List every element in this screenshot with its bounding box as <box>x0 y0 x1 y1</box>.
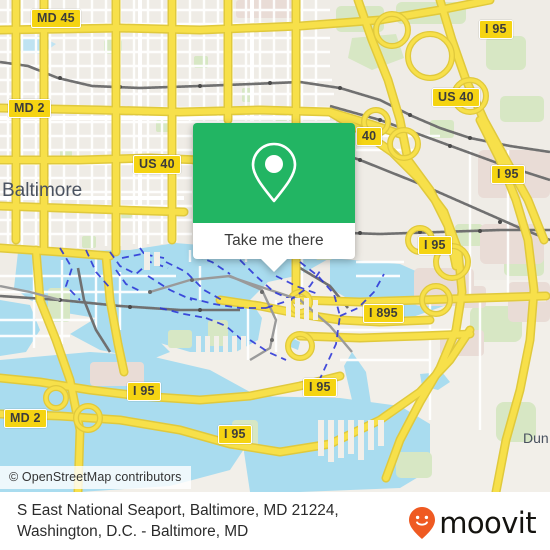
moovit-map-screenshot: Baltimore Dun MD 45 MD 2 US 40 US 40 I 95 I 9… <box>0 0 550 550</box>
callout-tail <box>261 259 287 272</box>
map-label-baltimore: Baltimore <box>2 180 82 201</box>
callout-icon-area <box>193 123 355 223</box>
moovit-smiley-pin-icon <box>409 507 436 539</box>
moovit-wordmark: moovit <box>439 505 536 540</box>
osm-attribution[interactable]: © OpenStreetMap contributors <box>0 466 191 489</box>
highway-shield: I 95 <box>303 378 337 397</box>
take-me-there-button[interactable]: Take me there <box>193 223 355 259</box>
take-me-there-label: Take me there <box>224 232 324 249</box>
highway-shield: I 95 <box>127 382 161 401</box>
location-callout-card[interactable]: Take me there <box>193 123 355 272</box>
highway-shield: I 95 <box>218 425 252 444</box>
map-label-dundalk: Dun <box>523 430 549 446</box>
highway-shield: I 95 <box>418 236 452 255</box>
highway-shield: US 40 <box>432 88 480 107</box>
address-block: S East National Seaport, Baltimore, MD 2… <box>17 500 397 542</box>
highway-shield: MD 45 <box>31 9 81 28</box>
highway-shield: MD 2 <box>8 99 51 118</box>
highway-shield: US 40 <box>133 155 181 174</box>
highway-shield: 40 <box>356 127 383 146</box>
map-pin-icon <box>251 142 297 203</box>
moovit-logo[interactable]: moovit <box>407 505 537 540</box>
highway-shield: I 95 <box>491 165 525 184</box>
address-line-1: S East National Seaport, Baltimore, MD 2… <box>17 502 339 519</box>
footer-bar: S East National Seaport, Baltimore, MD 2… <box>0 492 550 550</box>
highway-shield: I 95 <box>479 20 513 39</box>
highway-shield: I 895 <box>363 304 404 323</box>
address-line-2: Washington, D.C. - Baltimore, MD <box>17 523 249 540</box>
osm-attribution-text: © OpenStreetMap contributors <box>9 470 182 484</box>
highway-shield: MD 2 <box>4 409 47 428</box>
